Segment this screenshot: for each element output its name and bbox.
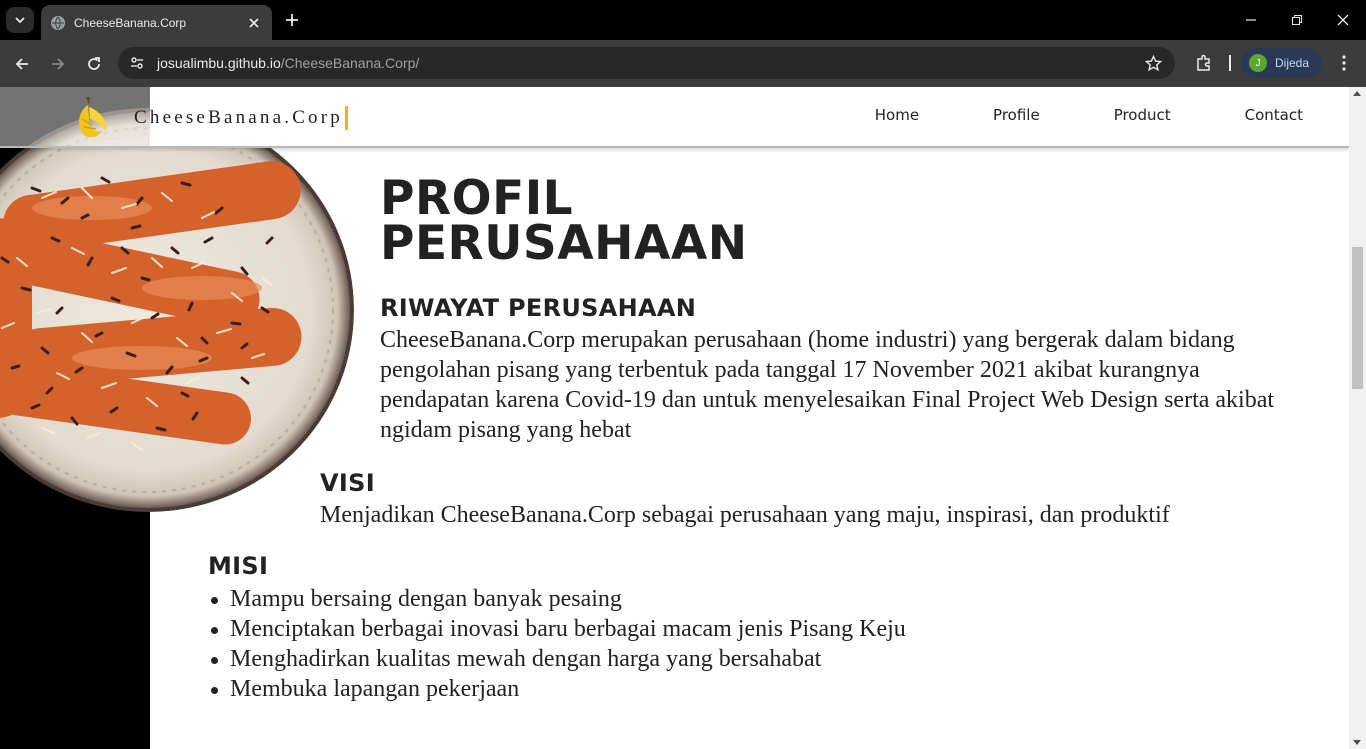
plus-icon (286, 14, 298, 26)
tab-search-button[interactable] (6, 7, 34, 33)
profile-name: Dijeda (1275, 56, 1310, 70)
brand-name: CheeseBanana.Corp (134, 106, 348, 130)
reload-icon (88, 57, 100, 70)
address-bar[interactable]: josualimbu.github.io/CheeseBanana.Corp/ (118, 47, 1175, 79)
nav-link-home[interactable]: Home (875, 106, 919, 124)
forward-button[interactable] (44, 50, 72, 78)
url-host: josualimbu.github.io (157, 55, 281, 71)
profile-chip[interactable]: J Dijeda (1241, 48, 1322, 78)
scroll-down-arrow-icon[interactable] (1353, 740, 1361, 745)
toolbar-divider (1229, 55, 1231, 71)
minimize-icon (1246, 19, 1256, 21)
vision-text: Menjadikan CheeseBanana.Corp sebagai per… (320, 502, 1170, 528)
chevron-down-icon (15, 17, 25, 24)
list-item: Menghadirkan kualitas mewah dengan harga… (208, 644, 906, 674)
list-item: Menciptakan berbagai inovasi baru berbag… (208, 614, 906, 644)
tab-title: CheeseBanana.Corp (74, 15, 187, 30)
history-heading: RIWAYAT PERUSAHAAN (380, 294, 697, 322)
url-text: josualimbu.github.io/CheeseBanana.Corp/ (157, 55, 419, 71)
avatar: J (1249, 54, 1267, 72)
browser-toolbar: josualimbu.github.io/CheeseBanana.Corp/ … (0, 40, 1366, 87)
banana-logo-icon (79, 97, 107, 138)
reload-button[interactable] (80, 50, 108, 78)
close-icon (1337, 14, 1349, 26)
page-scrollbar[interactable] (1349, 87, 1366, 749)
browser-menu-button[interactable] (1333, 52, 1355, 74)
extensions-button[interactable] (1192, 50, 1216, 76)
browser-tab-active[interactable]: CheeseBanana.Corp (41, 5, 272, 40)
site-settings-icon[interactable] (123, 49, 151, 77)
list-item: Mampu bersaing dengan banyak pesaing (208, 584, 906, 614)
arrow-left-icon (15, 58, 28, 70)
minimize-button[interactable] (1228, 0, 1274, 40)
mission-heading: MISI (208, 552, 269, 580)
page-title-line-2: PERUSAHAAN (380, 216, 748, 271)
arrow-right-icon (52, 58, 65, 70)
nav-link-contact[interactable]: Contact (1245, 106, 1303, 124)
nav-link-profile[interactable]: Profile (993, 106, 1040, 124)
page-viewport: CheeseBanana.Corp Home Profile Product C… (0, 87, 1349, 749)
vision-heading: VISI (320, 469, 375, 497)
main-nav: Home Profile Product Contact (875, 106, 1303, 124)
scroll-up-arrow-icon[interactable] (1353, 91, 1361, 96)
nav-link-product[interactable]: Product (1114, 106, 1171, 124)
url-path: /CheeseBanana.Corp/ (280, 55, 420, 71)
site-brand[interactable]: CheeseBanana.Corp (72, 95, 348, 141)
page-title: PROFIL PERUSAHAAN (380, 175, 748, 267)
more-vert-icon (1342, 55, 1346, 71)
restore-icon (1292, 15, 1302, 25)
list-item: Membuka lapangan pekerjaan (208, 674, 906, 704)
new-tab-button[interactable] (282, 10, 302, 30)
mission-list: Mampu bersaing dengan banyak pesaing Men… (208, 584, 906, 704)
scrollbar-thumb[interactable] (1352, 247, 1363, 389)
bookmark-star-icon[interactable] (1143, 53, 1163, 73)
tab-close-icon[interactable] (246, 15, 262, 31)
puzzle-icon (1197, 54, 1210, 71)
globe-icon (51, 15, 65, 30)
close-window-button[interactable] (1320, 0, 1366, 40)
back-button[interactable] (8, 50, 36, 78)
browser-tab-strip: CheeseBanana.Corp (0, 0, 1366, 40)
restore-button[interactable] (1274, 0, 1320, 40)
history-text: CheeseBanana.Corp merupakan perusahaan (… (380, 327, 1275, 443)
